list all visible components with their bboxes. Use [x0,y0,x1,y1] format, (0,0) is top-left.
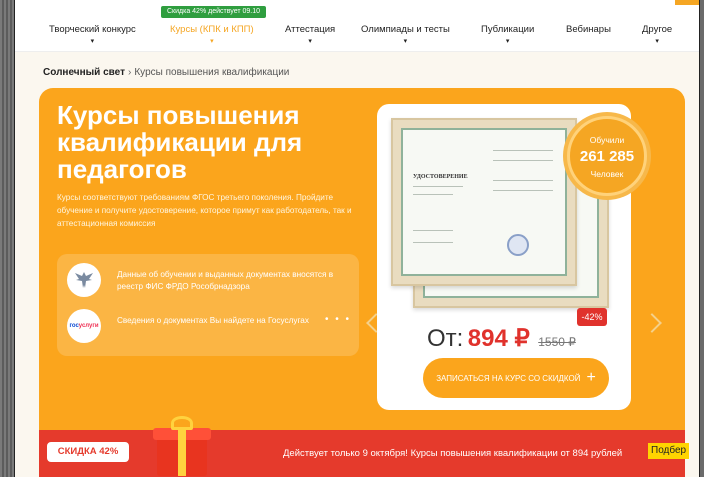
nav-item-publications[interactable]: Публикации ▾ [481,24,534,46]
certificate-paper: УДОСТОВЕРЕНИЕ [401,128,567,276]
carousel-dots[interactable]: • • • [325,314,351,325]
certificate-line [493,160,553,161]
certificate-heading: УДОСТОВЕРЕНИЕ [413,174,468,180]
nav-item-other[interactable]: Другое ▾ [642,24,672,46]
enroll-button[interactable]: ЗАПИСАТЬСЯ НА КУРС СО СКИДКОЙ + [423,358,609,398]
page-title: Курсы повышения квалификации для педагог… [57,100,303,184]
info-text: Сведения о документах Вы найдете на Госу… [117,316,309,325]
ribbon-text: Действует только 9 октября! Курсы повыше… [283,448,623,459]
medal-label: Обучили [589,135,625,145]
promo-badge: Скидка 42% действует 09.10 [161,6,267,18]
certificate-card: УДОСТОВЕРЕНИЕ Обучили 261 285 Человек -4… [377,104,647,410]
top-navigation: Скидка 42% действует 09.10 Творческий ко… [15,0,699,52]
hero-banner: Курсы повышения квалификации для педагог… [39,88,685,448]
students-count-medal: Обучили 261 285 Человек [567,116,647,196]
nav-item-label: Аттестация [285,24,336,35]
medal-count: 261 285 [579,148,635,165]
price-row: От: 894 ₽ 1550 ₽ [427,324,576,353]
discount-badge: -42% [577,308,607,326]
certificate-image: УДОСТОВЕРЕНИЕ Обучили 261 285 Человек [391,116,647,308]
breadcrumb: Солнечный свет › Курсы повышения квалифика… [43,67,289,78]
info-text: Данные об обучении и выданных документах… [117,270,334,291]
certificate-line [493,180,553,181]
eagle-emblem-icon [67,263,101,297]
nav-item-label: Олимпиады и тесты [361,24,450,35]
gosuslugi-logo: госуслуги [67,309,101,343]
chevron-down-icon: ▾ [403,38,408,45]
nav-item-label: Творческий конкурс [49,24,136,35]
nav-item-courses[interactable]: Курсы (КПК и КПП) ▾ [170,24,254,46]
corner-accent [675,0,699,5]
breadcrumb-current: Курсы повышения квалификации [134,67,290,78]
breadcrumb-separator: › [128,67,132,78]
medal-label: Человек [590,169,624,179]
hero-subtitle: Курсы соответствуют требованиям ФГОС тре… [57,193,352,228]
info-card: Данные об обучении и выданных документах… [57,254,359,356]
chevron-down-icon: ▾ [655,38,659,45]
nav-item-label: Другое [642,24,673,35]
nav-item-label: Публикации [481,24,535,35]
window-edge [0,0,14,477]
plus-icon: + [586,369,596,386]
chevron-down-icon: ▾ [210,38,214,45]
chevron-down-icon: ▾ [505,38,510,45]
gift-icon [151,414,213,477]
price-value: 894 ₽ [467,325,530,352]
breadcrumb-home-link[interactable]: Солнечный свет [43,67,125,78]
info-row-registry: Данные об обучении и выданных документах… [67,263,349,299]
certificate-frame-front: УДОСТОВЕРЕНИЕ [391,118,577,286]
certificate-line [413,242,453,243]
chevron-down-icon: ▾ [90,38,95,45]
certificate-line [413,194,453,195]
pick-course-button[interactable]: Подбер [648,443,690,459]
price-prefix: От: [427,325,464,352]
chevron-down-icon: ▾ [308,38,312,45]
page: Скидка 42% действует 09.10 Творческий ко… [14,0,700,477]
logo-part: услуги [78,323,99,329]
chevron-right-icon[interactable] [642,313,662,333]
nav-item-label: Курсы (КПК и КПП) [170,24,254,35]
certificate-line [413,230,453,231]
certificate-line [493,150,553,151]
discount-ribbon: СКИДКА 42% Действует только 9 октября! К… [39,416,685,477]
nav-item-creative-contest[interactable]: Творческий конкурс ▾ [49,24,136,46]
old-price: 1550 ₽ [538,335,576,349]
nav-item-label: Вебинары [566,24,611,35]
info-row-gosuslugi: госуслуги Сведения о документах Вы найде… [67,309,349,345]
nav-item-olympiads[interactable]: Олимпиады и тесты ▾ [361,24,450,46]
discount-tag: СКИДКА 42% [47,442,129,462]
logo-part: гос [69,323,79,329]
enroll-button-label: ЗАПИСАТЬСЯ НА КУРС СО СКИДКОЙ [436,373,581,383]
certificate-line [413,186,463,187]
certificate-seal [507,234,529,256]
nav-item-webinars[interactable]: Вебинары [566,24,611,35]
nav-item-attestation[interactable]: Аттестация ▾ [285,24,335,46]
certificate-line [493,190,553,191]
